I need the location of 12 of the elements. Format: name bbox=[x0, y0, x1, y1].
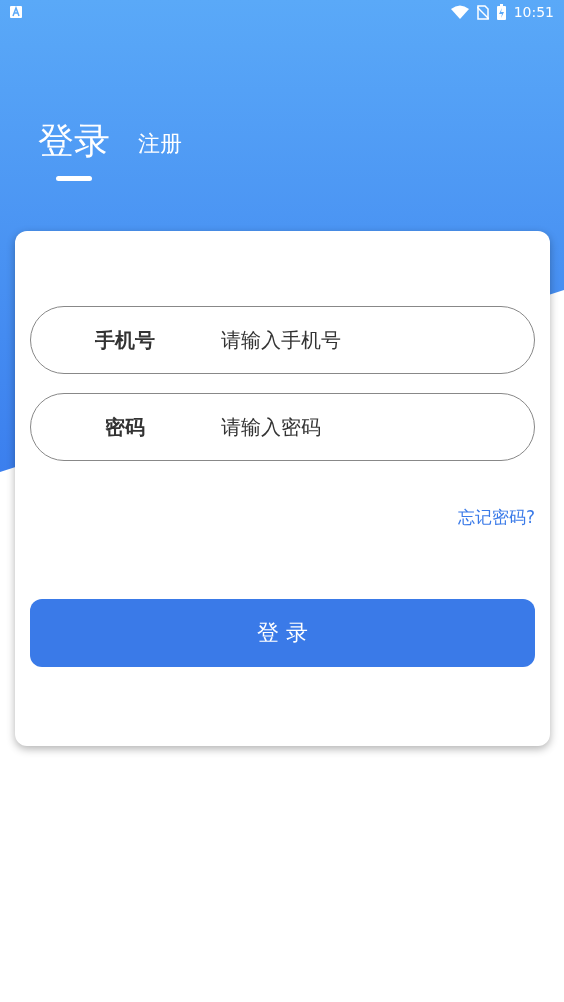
battery-icon bbox=[496, 4, 506, 20]
tab[interactable]: 注册 bbox=[138, 131, 182, 158]
login-button[interactable]: 登 录 bbox=[30, 598, 535, 667]
field-label: 手机号 bbox=[94, 327, 156, 354]
status-time: 10:51 bbox=[513, 2, 554, 22]
notification-icon bbox=[10, 6, 22, 18]
tab-indicator bbox=[56, 176, 92, 182]
forgot-password-link[interactable]: 忘记密码? bbox=[457, 507, 535, 527]
tab[interactable]: 登录 bbox=[38, 119, 110, 163]
no-sim-icon bbox=[476, 4, 489, 20]
field-label: 密码 bbox=[104, 414, 146, 441]
wifi-icon bbox=[450, 5, 469, 19]
